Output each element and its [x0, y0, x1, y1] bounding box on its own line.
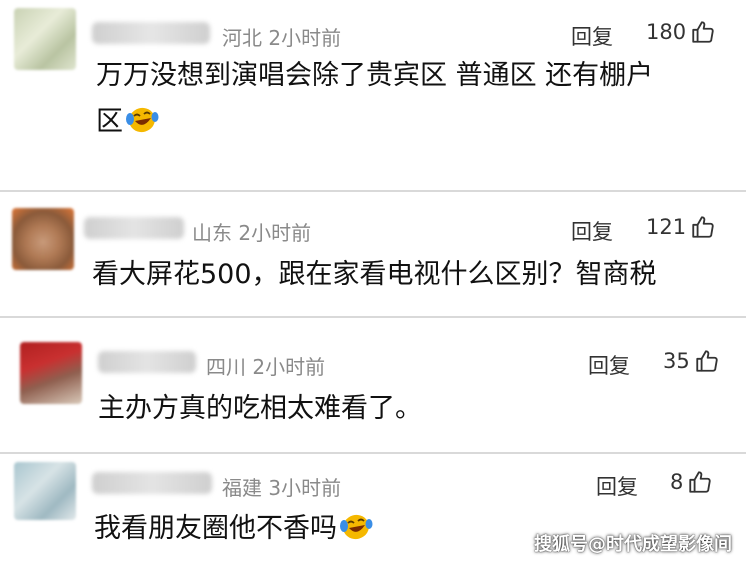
- comment-3: 四川 2小时前 回复 35 主办方真的吃相太难看了。: [0, 318, 746, 452]
- comment-text-line: 万万没想到演唱会除了贵宾区 普通区 还有棚户: [96, 60, 654, 91]
- comment-text: 万万没想到演唱会除了贵宾区 普通区 还有棚户 区: [96, 53, 653, 145]
- comment-text-tail: 区: [96, 106, 123, 137]
- like-button[interactable]: 8: [670, 469, 713, 495]
- like-count: 180: [646, 20, 687, 44]
- like-count: 8: [670, 470, 684, 494]
- comment-text: 看大屏花500，跟在家看电视什么区别？智商税: [92, 252, 657, 298]
- location-time: 河北 2小时前: [222, 26, 342, 50]
- location-time: 福建 3小时前: [222, 476, 342, 500]
- comment-text: 我看朋友圈他不香吗: [94, 506, 373, 552]
- reply-button[interactable]: 回复: [571, 216, 613, 246]
- laugh-cry-emoji-icon: [340, 514, 373, 540]
- comment-2: 山东 2小时前 回复 121 看大屏花500，跟在家看电视什么区别？智商税: [0, 192, 746, 316]
- avatar[interactable]: [14, 8, 76, 70]
- comment-text-line-2: 区: [96, 99, 653, 145]
- thumbs-up-icon: [692, 21, 714, 43]
- comment-text-line: 我看朋友圈他不香吗: [94, 506, 373, 552]
- reply-button[interactable]: 回复: [588, 350, 630, 380]
- location-time: 四川 2小时前: [206, 355, 326, 379]
- avatar[interactable]: [12, 208, 74, 270]
- location-time: 山东 2小时前: [192, 221, 312, 245]
- like-count: 121: [646, 215, 687, 239]
- username-blurred[interactable]: [92, 22, 210, 44]
- avatar[interactable]: [20, 342, 82, 404]
- like-count: 35: [663, 349, 690, 373]
- like-button[interactable]: 180: [646, 19, 716, 45]
- username-blurred[interactable]: [84, 217, 184, 239]
- comment-1: 河北 2小时前 回复 180 万万没想到演唱会除了贵宾区 普通区 还有棚户 区: [0, 0, 746, 190]
- thumbs-up-icon: [696, 350, 718, 372]
- comment-text-body: 我看朋友圈他不香吗: [94, 513, 337, 544]
- reply-button[interactable]: 回复: [596, 471, 638, 501]
- thumbs-up-icon: [689, 471, 712, 493]
- like-button[interactable]: 121: [646, 214, 716, 240]
- username-blurred[interactable]: [98, 351, 196, 373]
- reply-button[interactable]: 回复: [571, 21, 613, 51]
- thumbs-up-icon: [692, 216, 714, 238]
- comment-text-line: 主办方真的吃相太难看了。: [98, 393, 422, 424]
- comment-text: 主办方真的吃相太难看了。: [98, 386, 422, 432]
- like-button[interactable]: 35: [663, 348, 720, 374]
- username-blurred[interactable]: [92, 472, 212, 494]
- watermark: 搜狐号@时代成望影像间: [534, 534, 732, 555]
- laugh-cry-emoji-icon: [126, 107, 159, 133]
- comment-text-line: 看大屏花500，跟在家看电视什么区别？智商税: [92, 259, 657, 290]
- avatar[interactable]: [14, 462, 76, 520]
